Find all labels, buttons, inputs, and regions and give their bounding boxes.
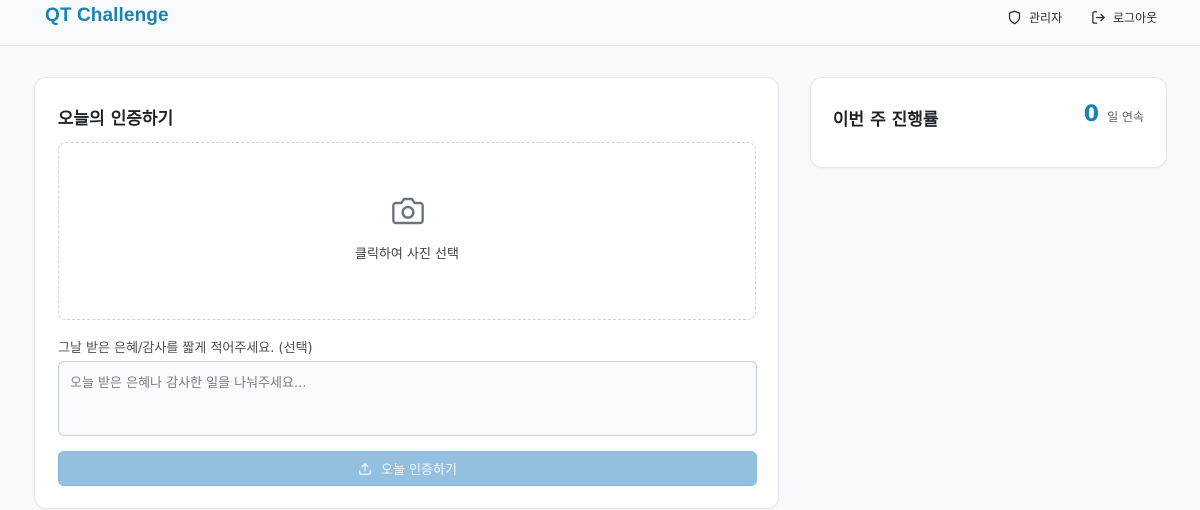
upload-label: 클릭하여 사진 선택 [355, 247, 459, 262]
submit-button-label: 오늘 인증하기 [381, 463, 457, 478]
streak-unit: 일 연속 [1107, 110, 1144, 124]
top-header: QT Challenge 관리자 로그아웃 [0, 0, 1200, 46]
weekly-progress-card: 이번 주 진행률 0 일 연속 [810, 77, 1167, 168]
daily-checkin-card: 오늘의 인증하기 클릭하여 사진 선택 그날 받은 은혜/감사를 짧게 적어주세… [34, 77, 779, 509]
logout-button-label: 로그아웃 [1113, 10, 1158, 25]
streak-count: 0 [1083, 102, 1100, 127]
admin-button-label: 관리자 [1029, 10, 1063, 25]
submit-checkin-button[interactable]: 오늘 인증하기 [58, 451, 757, 486]
camera-icon [392, 197, 424, 225]
photo-upload-area[interactable]: 클릭하여 사진 선택 [58, 142, 756, 320]
upload-icon [359, 462, 371, 475]
weekly-progress-title: 이번 주 진행률 [833, 110, 939, 130]
checkin-card-title: 오늘의 인증하기 [58, 109, 174, 129]
logout-icon [1092, 10, 1105, 24]
reflection-field-label: 그날 받은 은혜/감사를 짧게 적어주세요. (선택) [58, 341, 313, 356]
streak-counter: 0 일 연속 [1084, 102, 1144, 127]
logout-button[interactable]: 로그아웃 [1091, 7, 1157, 27]
reflection-textarea[interactable] [58, 361, 757, 436]
shield-icon [1008, 10, 1021, 24]
admin-button[interactable]: 관리자 [1007, 7, 1062, 27]
app-logo[interactable]: QT Challenge [45, 5, 169, 27]
